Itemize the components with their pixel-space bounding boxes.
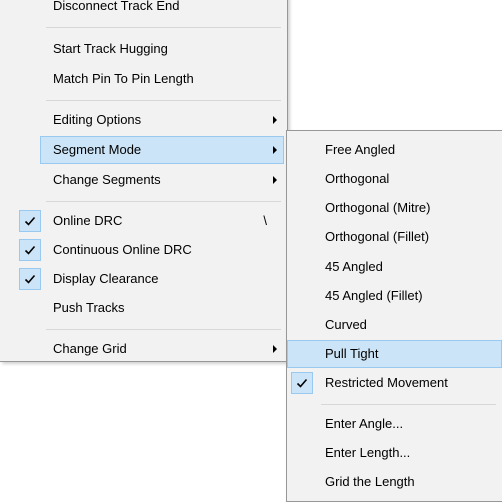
menu-item-label: Pull Tight	[325, 346, 379, 361]
menu-item-label: Enter Angle...	[325, 416, 404, 431]
check-icon	[19, 268, 41, 290]
segment-mode-submenu: Free Angled Orthogonal Orthogonal (Mitre…	[286, 130, 502, 502]
menu-item-label: Online DRC	[53, 213, 123, 228]
menu-item-label: Push Tracks	[53, 300, 125, 315]
menu-item-label: 45 Angled (Fillet)	[325, 288, 423, 303]
menu-item-label: Restricted Movement	[325, 375, 448, 390]
menu-item-curved[interactable]: Curved	[287, 311, 502, 339]
menu-item-shortcut: \	[263, 213, 267, 228]
menu-item-change-segments[interactable]: Change Segments	[0, 166, 287, 194]
menu-item-orthogonal[interactable]: Orthogonal	[287, 165, 502, 193]
menu-item-free-angled[interactable]: Free Angled	[287, 136, 502, 164]
menu-item-label: Orthogonal (Mitre)	[325, 200, 431, 215]
menu-item-label: Match Pin To Pin Length	[53, 71, 194, 86]
menu-item-label: Orthogonal (Fillet)	[325, 229, 430, 244]
menu-item-orthogonal-fillet[interactable]: Orthogonal (Fillet)	[287, 223, 502, 251]
menu-item-change-grid[interactable]: Change Grid	[0, 335, 287, 363]
menu-item-enter-length[interactable]: Enter Length...	[287, 439, 502, 467]
menu-item-label: Disconnect Track End	[53, 0, 180, 13]
menu-separator	[321, 404, 496, 405]
menu-item-continuous-online-drc[interactable]: Continuous Online DRC	[0, 236, 287, 264]
menu-item-label: Grid the Length	[325, 474, 415, 489]
menu-item-display-clearance[interactable]: Display Clearance	[0, 265, 287, 293]
menu-item-push-tracks[interactable]: Push Tracks	[0, 294, 287, 322]
menu-item-label: Orthogonal	[325, 171, 390, 186]
menu-item-segment-mode[interactable]: Segment Mode	[40, 136, 284, 164]
menu-separator	[46, 27, 281, 28]
menu-item-restricted-movement[interactable]: Restricted Movement	[287, 369, 502, 397]
menu-item-45-angled[interactable]: 45 Angled	[287, 253, 502, 281]
check-icon	[19, 210, 41, 232]
menu-item-label: Editing Options	[53, 112, 142, 127]
menu-item-label: 45 Angled	[325, 259, 383, 274]
menu-item-label: Display Clearance	[53, 271, 159, 286]
menu-item-label: Enter Length...	[325, 445, 411, 460]
menu-item-editing-options[interactable]: Editing Options	[0, 106, 287, 134]
menu-item-label: Segment Mode	[53, 142, 142, 157]
menu-separator	[46, 329, 281, 330]
check-icon	[19, 239, 41, 261]
menu-separator	[46, 100, 281, 101]
menu-item-label: Continuous Online DRC	[53, 242, 192, 257]
chevron-right-icon	[273, 116, 277, 124]
menu-item-start-track-hugging[interactable]: Start Track Hugging	[0, 35, 287, 63]
menu-separator	[46, 201, 281, 202]
menu-item-disconnect-track-end[interactable]: Disconnect Track End	[0, 0, 287, 24]
menu-item-grid-the-length[interactable]: Grid the Length	[287, 468, 502, 496]
menu-item-label: Free Angled	[325, 142, 396, 157]
chevron-right-icon	[273, 176, 277, 184]
chevron-right-icon	[273, 345, 277, 353]
chevron-right-icon	[273, 146, 277, 154]
menu-item-pull-tight[interactable]: Pull Tight	[287, 340, 502, 368]
pcb-context-menu: Disconnect Track End Start Track Hugging…	[0, 0, 288, 362]
menu-item-label: Change Segments	[53, 172, 161, 187]
menu-item-match-pin-to-pin-length[interactable]: Match Pin To Pin Length	[0, 65, 287, 93]
menu-item-label: Change Grid	[53, 341, 127, 356]
check-icon	[291, 372, 313, 394]
menu-item-label: Curved	[325, 317, 367, 332]
menu-item-online-drc[interactable]: Online DRC \	[0, 207, 287, 235]
menu-item-enter-angle[interactable]: Enter Angle...	[287, 410, 502, 438]
menu-item-label: Start Track Hugging	[53, 41, 168, 56]
menu-item-orthogonal-mitre[interactable]: Orthogonal (Mitre)	[287, 194, 502, 222]
menu-item-45-angled-fillet[interactable]: 45 Angled (Fillet)	[287, 282, 502, 310]
